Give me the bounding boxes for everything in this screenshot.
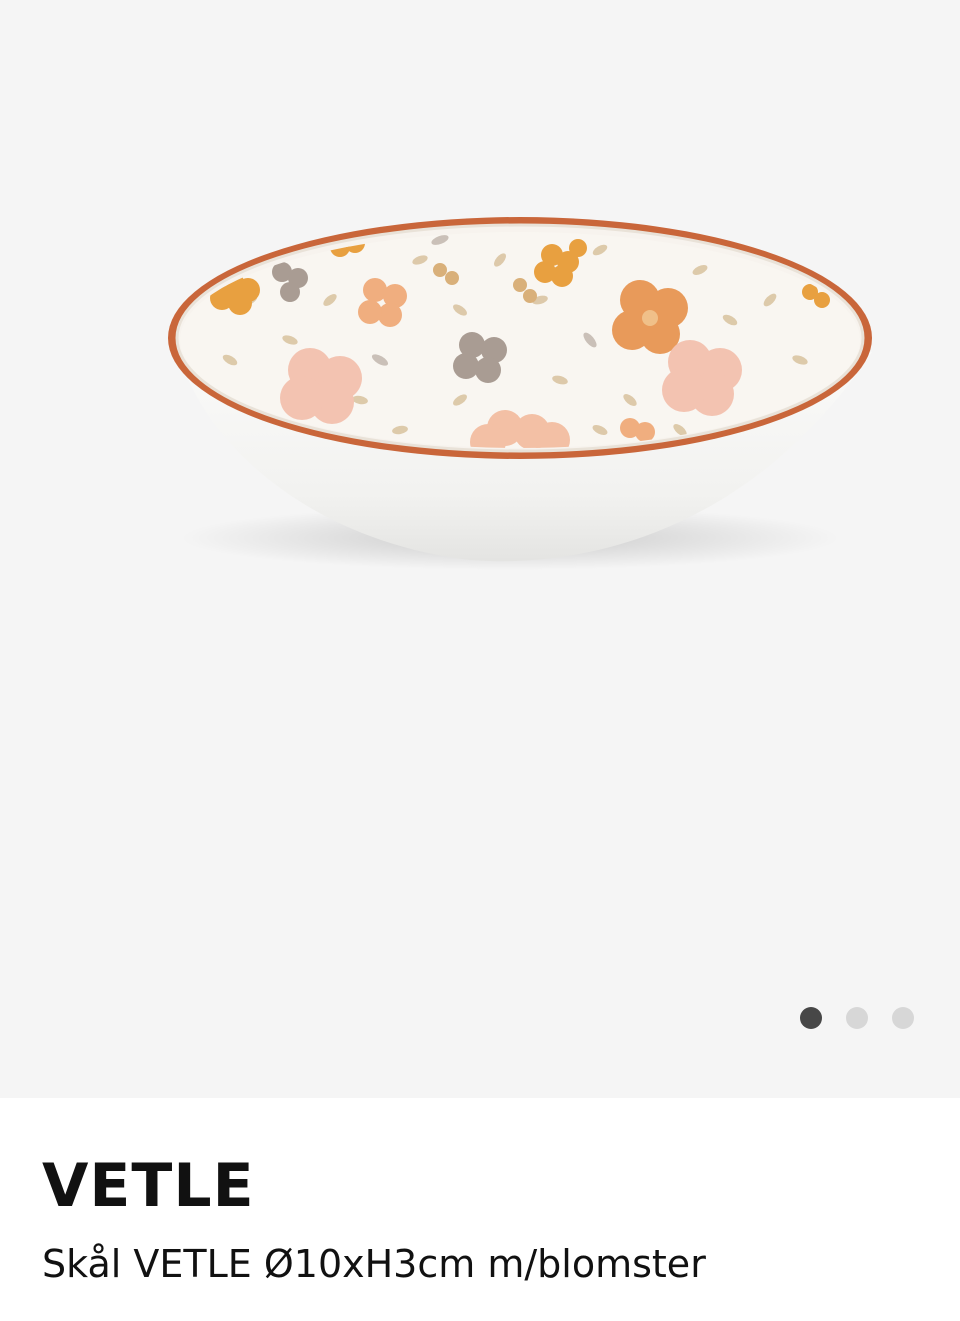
carousel-dot-1[interactable]: [800, 1007, 822, 1029]
product-image[interactable]: [0, 0, 960, 1098]
product-description: Skål VETLE Ø10xH3cm m/blomster: [42, 1242, 706, 1286]
product-image-gallery[interactable]: [0, 0, 960, 1098]
product-title: VETLE: [42, 1151, 255, 1221]
carousel-dot-2[interactable]: [846, 1007, 868, 1029]
carousel-dots: [800, 1007, 914, 1029]
product-info: VETLE Skål VETLE Ø10xH3cm m/blomster: [0, 1098, 960, 1321]
carousel-dot-3[interactable]: [892, 1007, 914, 1029]
